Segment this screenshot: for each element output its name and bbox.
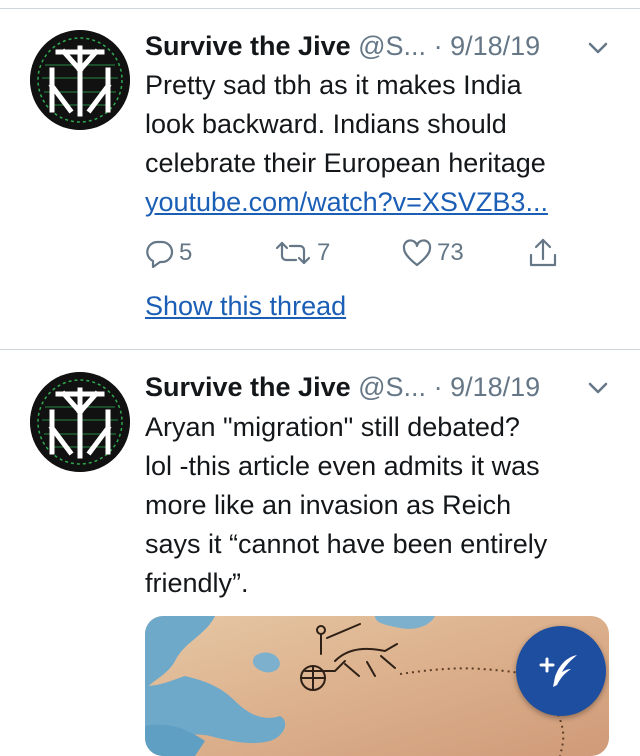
author-handle[interactable]: @S... [358, 372, 426, 402]
tweet-text-line: says it “cannot have been entirely [145, 529, 548, 559]
like-count: 73 [437, 239, 464, 266]
retweet-icon [275, 241, 311, 265]
tweet-text-line: celebrate their European heritage [145, 148, 546, 178]
separator-dot: · [433, 372, 443, 402]
tweet-text-line: friendly”. [145, 568, 249, 598]
retweet-button[interactable]: 7 [273, 236, 330, 270]
share-icon [529, 238, 557, 267]
tweet-link[interactable]: youtube.com/watch?v=XSVZB3... [145, 183, 615, 222]
tweet-text-line: Aryan "migration" still debated? [145, 412, 520, 442]
tweet-1[interactable]: Survive the Jive @S... · 9/18/19 Pretty … [0, 0, 640, 350]
tweet-text-line: look backward. Indians should [145, 109, 507, 139]
heart-icon [402, 239, 432, 267]
tweet-header: Survive the Jive @S... · 9/18/19 [145, 29, 540, 63]
author-name[interactable]: Survive the Jive [145, 372, 351, 402]
tweet-text: Pretty sad tbh as it makes India look ba… [145, 66, 615, 222]
separator-dot: · [433, 31, 443, 61]
tweet-date[interactable]: 9/18/19 [450, 31, 540, 61]
avatar[interactable] [30, 372, 130, 472]
tweet-text-line: more like an invasion as Reich [145, 490, 512, 520]
show-thread-link[interactable]: Show this thread [145, 291, 346, 322]
retweet-count: 7 [317, 239, 331, 266]
author-handle[interactable]: @S... [358, 31, 426, 61]
like-button[interactable]: 73 [401, 236, 464, 270]
tweet-actions: 5 7 73 [145, 236, 595, 270]
chevron-down-icon[interactable] [586, 36, 610, 60]
tweet-text-line: lol -this article even admits it was [145, 451, 540, 481]
compose-tweet-icon [539, 655, 577, 687]
tweet-header: Survive the Jive @S... · 9/18/19 [145, 370, 540, 404]
tweet-text-line: Pretty sad tbh as it makes India [145, 70, 522, 100]
rune-logo-icon [30, 30, 130, 130]
reply-button[interactable]: 5 [145, 236, 192, 270]
chevron-down-icon[interactable] [586, 376, 610, 400]
rune-logo-icon [30, 372, 130, 472]
author-name[interactable]: Survive the Jive [145, 31, 351, 61]
avatar[interactable] [30, 30, 130, 130]
reply-icon [146, 240, 174, 268]
tweet-date[interactable]: 9/18/19 [450, 372, 540, 402]
compose-tweet-button[interactable] [516, 626, 606, 716]
tweet-text: Aryan "migration" still debated? lol -th… [145, 408, 615, 603]
reply-count: 5 [179, 239, 193, 266]
share-button[interactable] [527, 236, 559, 270]
